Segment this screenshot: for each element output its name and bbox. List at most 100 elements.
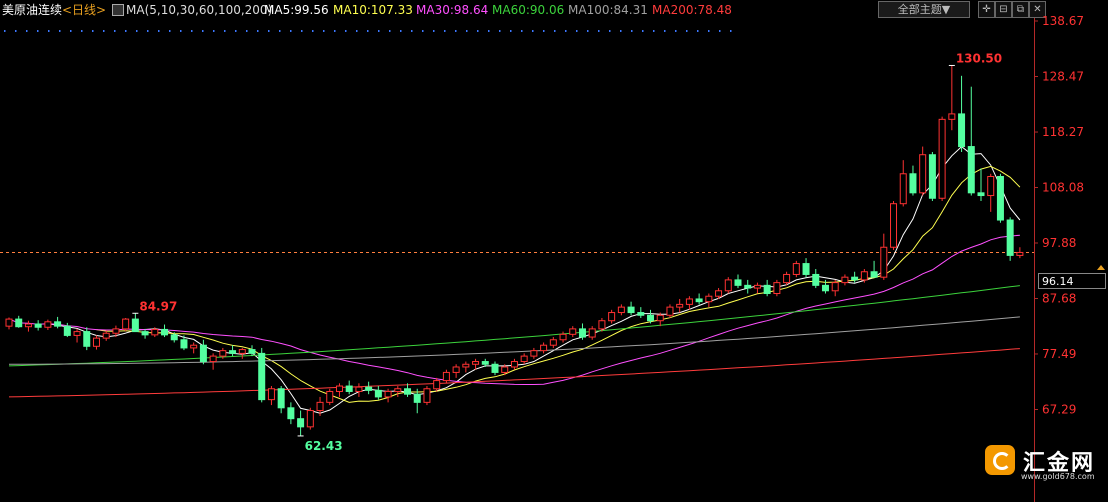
candle	[695, 293, 703, 305]
candle	[958, 75, 966, 153]
candle	[83, 327, 91, 351]
candle-body	[1006, 219, 1014, 256]
candle-body	[617, 306, 625, 314]
candle	[161, 324, 169, 338]
candle-body	[452, 366, 460, 373]
candle	[229, 345, 237, 357]
candle-body	[5, 318, 13, 327]
candle-body	[229, 350, 237, 354]
candle-body	[540, 344, 548, 352]
candle-body	[705, 295, 713, 303]
candle	[578, 323, 586, 340]
candle-body	[335, 385, 343, 392]
candle-body	[73, 331, 81, 336]
current-price-label: 96.14	[1038, 273, 1106, 289]
y-tick-label: 97.88	[1042, 236, 1076, 250]
candle	[141, 328, 149, 339]
candle-body	[841, 276, 849, 284]
candle	[190, 342, 198, 354]
candle	[345, 380, 353, 395]
candle	[880, 233, 888, 280]
candle-body	[724, 279, 732, 292]
candle	[442, 369, 450, 384]
candle-body	[501, 366, 509, 373]
candle	[588, 326, 596, 340]
candle	[209, 353, 217, 370]
candle-body	[656, 314, 664, 322]
candle	[54, 316, 62, 329]
candle-body	[355, 386, 363, 392]
candle-body	[753, 284, 761, 289]
candle-body	[112, 328, 120, 334]
candle	[899, 160, 907, 207]
candle	[792, 260, 800, 278]
candle	[92, 335, 100, 350]
candle-body	[549, 339, 557, 346]
candle-body	[987, 175, 995, 197]
candle	[491, 361, 499, 376]
candle-body	[267, 388, 275, 401]
candle-body	[880, 246, 888, 278]
candle-body	[374, 389, 382, 398]
candle	[724, 277, 732, 294]
candle-body	[967, 146, 975, 194]
candle-body	[958, 113, 966, 148]
candle-body	[763, 284, 771, 295]
candle-body	[520, 355, 528, 363]
candle	[967, 86, 975, 196]
candle	[919, 146, 927, 196]
ma100-line	[8, 316, 1020, 365]
candle-body	[870, 271, 878, 278]
low-annotation: 62.43	[305, 439, 343, 453]
candle-body	[559, 333, 567, 341]
candle	[666, 304, 674, 318]
candle-body	[899, 173, 907, 205]
candle	[258, 347, 266, 403]
candle-body	[345, 385, 353, 392]
candle	[335, 383, 343, 397]
candle-body	[306, 410, 314, 428]
y-tick-label: 138.67	[1042, 14, 1084, 28]
candle	[938, 116, 946, 201]
logo-icon	[985, 445, 1015, 475]
candle	[637, 307, 645, 318]
candlestick-chart[interactable]: 138.67 128.47 118.27 108.08 97.88 87.68 77.49 6…	[0, 0, 1108, 502]
candle-body	[977, 192, 985, 197]
candle-body	[384, 390, 392, 398]
candle-body	[316, 401, 324, 412]
high-annotation: 130.50	[956, 51, 1002, 65]
candle-body	[170, 334, 178, 341]
candle	[452, 364, 460, 378]
candle	[948, 65, 956, 131]
candle-body	[909, 173, 917, 194]
candle	[530, 347, 538, 359]
candle-body	[122, 318, 130, 330]
candle-body	[530, 350, 538, 357]
candle	[277, 386, 285, 414]
candle-body	[627, 306, 635, 314]
candle	[520, 353, 528, 365]
candle	[549, 337, 557, 348]
candle	[122, 317, 130, 332]
candle	[44, 319, 52, 330]
candle	[685, 296, 693, 310]
candle-body	[792, 263, 800, 275]
candle-body	[413, 393, 421, 403]
candle-body	[821, 284, 829, 292]
candle-body	[938, 118, 946, 199]
candle-body	[647, 314, 655, 322]
price-arrow-icon	[1097, 265, 1105, 270]
candle	[734, 274, 742, 289]
candle-body	[423, 388, 431, 403]
candle	[374, 386, 382, 400]
candle-body	[890, 203, 898, 248]
candle-body	[744, 284, 752, 289]
candle-body	[860, 271, 868, 281]
candle-body	[433, 380, 441, 390]
y-tick-label: 108.08	[1042, 180, 1084, 194]
candle-body	[734, 279, 742, 286]
candle-body	[588, 328, 596, 338]
candle	[34, 320, 42, 331]
candle-body	[54, 321, 62, 327]
candle-body	[676, 303, 684, 308]
